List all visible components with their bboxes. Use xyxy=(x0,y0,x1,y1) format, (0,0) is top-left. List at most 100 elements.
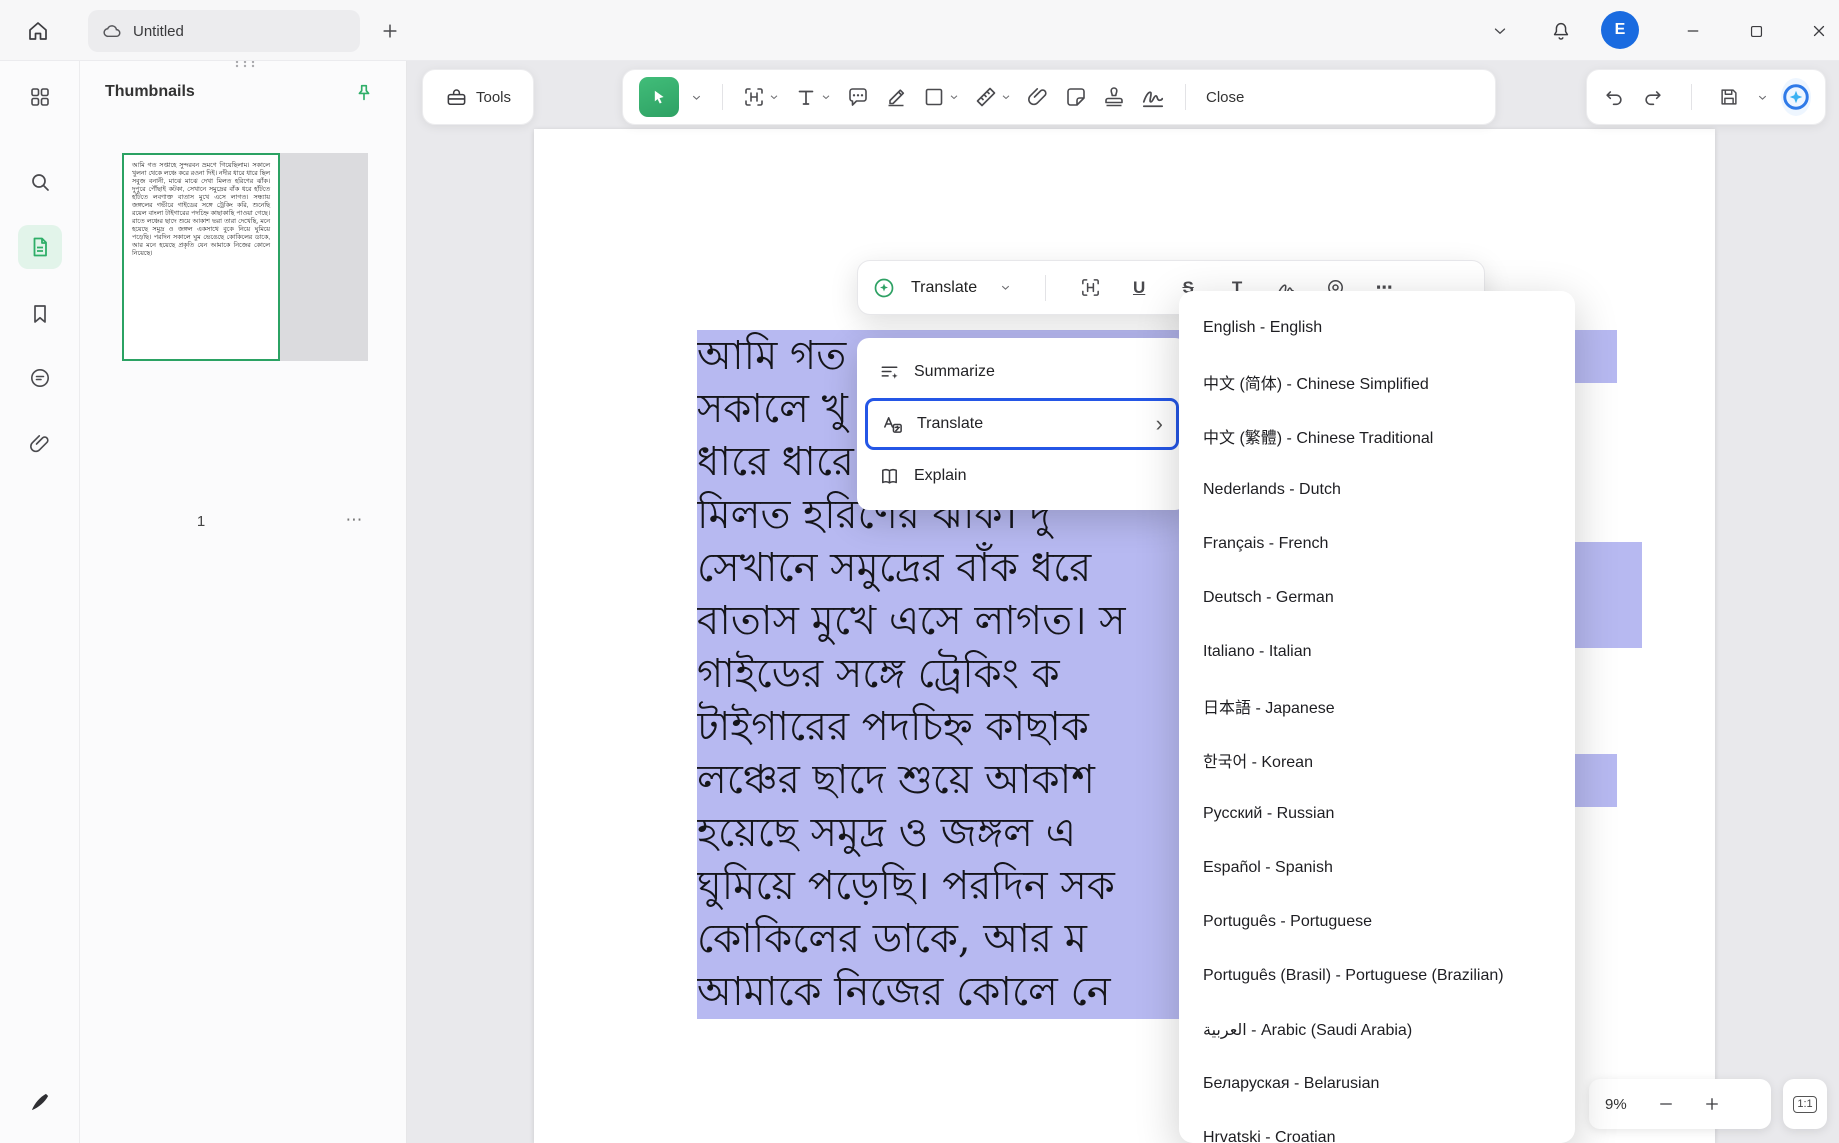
stamp-tool-button[interactable] xyxy=(1095,77,1133,117)
chevron-down-icon xyxy=(690,91,703,104)
translate-options-chevron[interactable] xyxy=(992,270,1018,306)
zoom-controls: 9% xyxy=(1589,1079,1771,1129)
save-icon xyxy=(1718,86,1740,108)
rectangle-shape-icon xyxy=(922,85,946,109)
context-menu-item-translate[interactable]: Translate › xyxy=(865,398,1179,450)
summarize-icon xyxy=(878,361,901,384)
language-option-korean[interactable]: 한국어 - Korean xyxy=(1179,733,1575,787)
language-option-spanish[interactable]: Español - Spanish xyxy=(1179,841,1575,895)
ai-assistant-button[interactable] xyxy=(1781,78,1811,116)
language-option-french[interactable]: Français - French xyxy=(1179,517,1575,571)
save-button[interactable] xyxy=(1715,79,1742,115)
sidebar-item-ink[interactable] xyxy=(18,1080,62,1124)
sidebar-item-apps[interactable] xyxy=(18,75,62,119)
new-tab-button[interactable] xyxy=(372,13,408,49)
minimize-icon xyxy=(1684,22,1702,40)
text-icon xyxy=(794,85,818,109)
translate-button[interactable]: Translate xyxy=(911,279,977,297)
sticker-icon xyxy=(1064,85,1088,109)
sidebar-item-thumbnails[interactable] xyxy=(18,225,62,269)
context-menu-item-summarize[interactable]: Summarize xyxy=(865,346,1179,398)
thumbnail-more-button[interactable]: ⋯ xyxy=(338,507,370,533)
signature-tool-button[interactable] xyxy=(1133,77,1173,117)
select-tool-button[interactable] xyxy=(639,77,679,117)
edit-text-icon xyxy=(1079,276,1102,299)
context-menu-label: Explain xyxy=(914,467,966,485)
sidebar-item-bookmarks[interactable] xyxy=(18,292,62,336)
tools-button[interactable]: Tools xyxy=(422,69,534,125)
tab-title: Untitled xyxy=(133,23,184,40)
edit-text-icon xyxy=(742,85,766,109)
highlight-format-button[interactable] xyxy=(1073,270,1107,306)
zoom-percent[interactable]: 9% xyxy=(1605,1096,1635,1113)
collapse-toolbar-button[interactable] xyxy=(1482,13,1518,49)
selected-text-line[interactable]: আমাকে নিজের কোলে নে xyxy=(697,966,1185,1019)
document-tab[interactable]: Untitled xyxy=(88,10,360,52)
language-option-german[interactable]: Deutsch - German xyxy=(1179,571,1575,625)
book-icon xyxy=(878,465,901,488)
zoom-out-button[interactable] xyxy=(1651,1089,1681,1119)
one-to-one-label: 1:1 xyxy=(1793,1096,1816,1113)
shape-tool-button[interactable] xyxy=(915,77,967,117)
language-option-russian[interactable]: Русский - Russian xyxy=(1179,787,1575,841)
page-thumbnail[interactable]: আমি গত সপ্তাহে সুন্দরবন ভ্রমণে গিয়েছিলা… xyxy=(122,153,280,361)
language-option-belarusian[interactable]: Беларуская - Belarusian xyxy=(1179,1057,1575,1111)
minimize-button[interactable] xyxy=(1675,13,1711,49)
pin-icon xyxy=(353,82,375,104)
notifications-button[interactable] xyxy=(1543,13,1579,49)
language-option-chinese-traditional[interactable]: 中文 (繁體) - Chinese Traditional xyxy=(1179,409,1575,463)
maximize-button[interactable] xyxy=(1738,13,1774,49)
ai-translate-icon xyxy=(872,276,896,300)
translate-icon xyxy=(881,413,904,436)
attachment-tool-button[interactable] xyxy=(1019,77,1057,117)
comment-tool-button[interactable] xyxy=(839,77,877,117)
language-option-portuguese-brazilian[interactable]: Português (Brasil) - Portuguese (Brazili… xyxy=(1179,949,1575,1003)
sidebar-item-attachments[interactable] xyxy=(18,422,62,466)
language-option-japanese[interactable]: 日本語 - Japanese xyxy=(1179,679,1575,733)
translate-language-menu: English - English 中文 (简体) - Chinese Simp… xyxy=(1179,291,1575,1143)
language-option-arabic[interactable]: العربية - Arabic (Saudi Arabia) xyxy=(1179,1003,1575,1057)
language-option-croatian[interactable]: Hrvatski - Croatian xyxy=(1179,1111,1575,1143)
pen-nib-icon xyxy=(27,1089,53,1115)
language-option-italian[interactable]: Italiano - Italian xyxy=(1179,625,1575,679)
edit-tool-button[interactable] xyxy=(735,77,787,117)
measure-tool-button[interactable] xyxy=(967,77,1019,117)
zoom-in-button[interactable] xyxy=(1697,1089,1727,1119)
language-option-chinese-simplified[interactable]: 中文 (简体) - Chinese Simplified xyxy=(1179,355,1575,409)
user-avatar[interactable]: E xyxy=(1601,11,1639,49)
highlight-tool-button[interactable] xyxy=(877,77,915,117)
pin-panel-button[interactable] xyxy=(348,77,380,109)
maximize-icon xyxy=(1748,23,1765,40)
home-button[interactable] xyxy=(16,9,60,53)
thumbnail-text: আমি গত সপ্তাহে সুন্দরবন ভ্রমণে গিয়েছিলা… xyxy=(132,162,270,258)
page-icon xyxy=(28,235,52,259)
close-window-button[interactable] xyxy=(1801,13,1837,49)
minus-icon xyxy=(1657,1095,1675,1113)
close-tools-button[interactable]: Close xyxy=(1198,89,1252,106)
cloud-icon xyxy=(102,21,123,42)
toolbar-divider xyxy=(1691,84,1692,110)
language-option-english[interactable]: English - English xyxy=(1179,301,1575,355)
plus-icon xyxy=(1703,1095,1721,1113)
chevron-down-icon xyxy=(1756,91,1769,104)
toolbox-icon xyxy=(445,86,468,109)
redo-button[interactable] xyxy=(1640,79,1667,115)
sidebar-item-annotations[interactable] xyxy=(18,356,62,400)
underline-button[interactable]: U xyxy=(1122,270,1156,306)
language-option-dutch[interactable]: Nederlands - Dutch xyxy=(1179,463,1575,517)
context-menu-item-explain[interactable]: Explain xyxy=(865,450,1179,502)
save-options-chevron[interactable] xyxy=(1756,91,1769,104)
thumbnails-title: Thumbnails xyxy=(105,83,195,101)
stamp-icon xyxy=(1102,85,1126,109)
bookmark-icon xyxy=(28,302,52,326)
sticker-tool-button[interactable] xyxy=(1057,77,1095,117)
toolbar-divider xyxy=(1045,275,1046,301)
sidebar-item-search[interactable] xyxy=(18,160,62,204)
selected-text-line[interactable]: কোকিলের ডাকে, আর ম xyxy=(697,913,1185,966)
submenu-arrow-icon: › xyxy=(1156,413,1163,435)
language-option-portuguese[interactable]: Português - Portuguese xyxy=(1179,895,1575,949)
undo-button[interactable] xyxy=(1601,79,1628,115)
select-tool-chevron[interactable] xyxy=(683,77,710,117)
text-tool-button[interactable] xyxy=(787,77,839,117)
actual-size-button[interactable]: 1:1 xyxy=(1783,1079,1827,1129)
